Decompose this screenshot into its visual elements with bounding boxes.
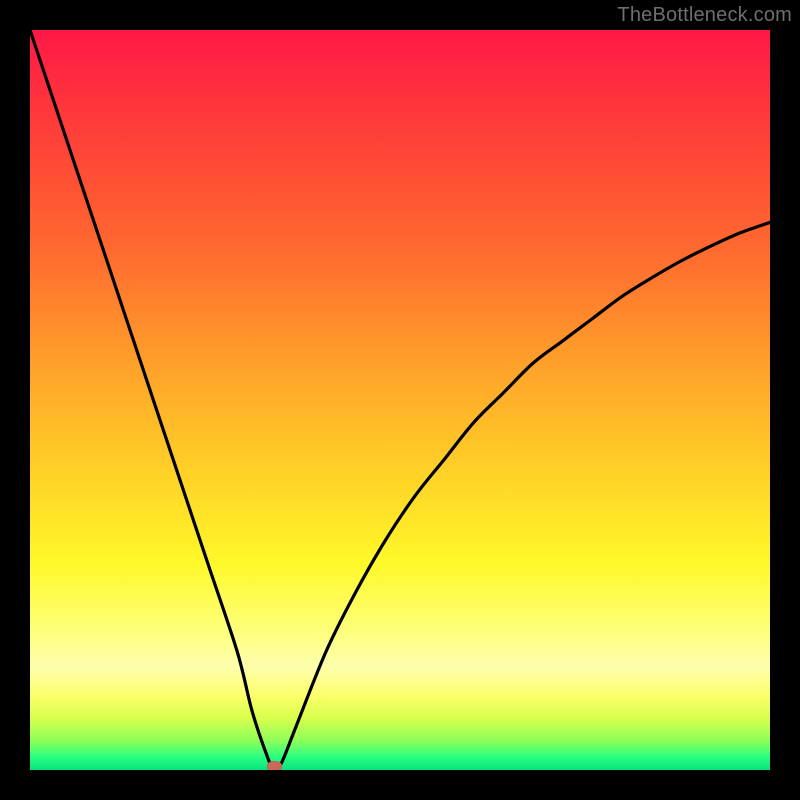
curve-path xyxy=(30,30,770,770)
curve-svg xyxy=(30,30,770,770)
plot-area xyxy=(30,30,770,770)
chart-frame: TheBottleneck.com xyxy=(0,0,800,800)
watermark-text: TheBottleneck.com xyxy=(617,4,792,27)
minimum-marker xyxy=(267,761,282,770)
